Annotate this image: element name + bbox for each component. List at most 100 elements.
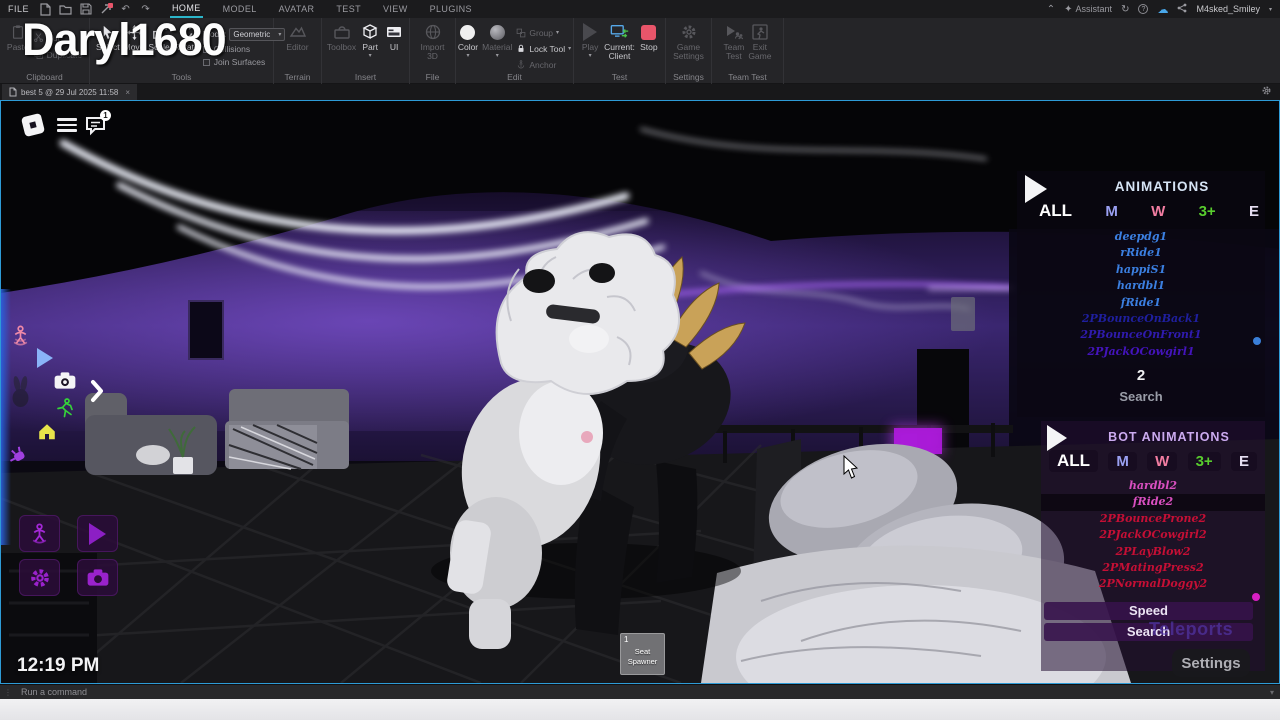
gear-icon[interactable] [1261,83,1272,101]
filter-all[interactable]: ALL [1039,201,1072,221]
chevron-down-icon: ▾ [466,53,469,58]
filter-all[interactable]: ALL [1049,450,1098,472]
drag-handle-icon[interactable]: ⋮ [4,688,12,697]
animation-item[interactable]: fRide1 [1017,295,1265,311]
help-icon[interactable]: ? [1138,4,1148,14]
bot-animations-filters: ALL M W 3+ E [1049,450,1257,472]
panel-play-icon[interactable] [1047,425,1067,451]
scroll-indicator[interactable] [1252,593,1260,601]
settings-grid-button[interactable] [19,559,60,596]
animation-item[interactable]: 2PMatingPress2 [1041,560,1265,576]
chevron-down-icon: ▾ [369,53,372,58]
filter-3plus[interactable]: 3+ [1199,203,1216,220]
play-button[interactable]: Play ▾ [580,22,600,58]
part-button[interactable]: Part ▾ [360,22,380,58]
team-test-button[interactable]: TeamTest [724,22,745,62]
animation-item[interactable]: happiS1 [1017,262,1265,278]
filter-m[interactable]: M [1105,203,1118,220]
bunny-icon[interactable] [9,375,32,415]
animations-panel-title: ANIMATIONS [1067,179,1257,194]
tab-view[interactable]: VIEW [381,0,410,18]
animation-item[interactable]: 2PNormalDoggy2 [1041,576,1265,592]
seat-spawner-button[interactable]: 1 SeatSpawner [620,633,665,675]
bot-animations-list: hardbl2 fRide2 2PBounceProne2 2PJackOCow… [1041,478,1265,593]
command-bar-expand-icon[interactable]: ▾ [1270,688,1274,697]
close-icon[interactable]: × [125,88,130,97]
teleports-label[interactable]: Teleports [1149,619,1233,640]
recorder-watermark: Daryl1680 [22,14,226,66]
filter-w[interactable]: W [1147,452,1177,471]
animation-item[interactable]: 2PJackOCowgirl2 [1041,527,1265,543]
toolbox-icon [332,22,352,42]
play-emote-icon[interactable] [37,348,53,368]
animation-item-selected[interactable]: fRide2 [1041,494,1265,510]
home-icon[interactable] [37,422,57,446]
group-button[interactable]: Group ▾ [516,25,571,40]
bot-animations-panel-title: BOT ANIMATIONS [1077,430,1261,444]
assistant-button[interactable]: ✦ Assistant [1064,4,1112,15]
filter-e[interactable]: E [1231,452,1257,471]
ribbon-group-test: Play ▾ Current:Client Stop Test [574,18,666,84]
file-menu[interactable]: FILE [8,4,29,14]
username[interactable]: M4sked_Smiley [1196,4,1260,14]
game-viewport[interactable]: 1 [0,100,1280,684]
share-icon[interactable] [1177,3,1187,15]
filter-w[interactable]: W [1151,203,1165,220]
gear-icon [679,22,699,42]
filter-m[interactable]: M [1108,452,1137,471]
animation-item[interactable]: 2PBounceOnBack1 [1017,311,1265,327]
game-settings-button[interactable]: GameSettings [673,22,704,62]
ribbon-group-insert: Toolbox Part ▾ UI Insert [322,18,410,84]
color-button[interactable]: Color ▾ [458,22,478,58]
filter-3plus[interactable]: 3+ [1188,452,1221,471]
tab-avatar[interactable]: AVATAR [277,0,317,18]
command-input[interactable]: Run a command [21,687,87,697]
toolbox-button[interactable]: Toolbox [327,22,356,52]
play-grid-button[interactable] [77,515,118,552]
animation-item[interactable]: 2PLayBlow2 [1041,544,1265,560]
settings-button[interactable]: Settings [1172,649,1250,677]
camera-icon[interactable] [53,370,77,396]
exit-game-button[interactable]: ExitGame [748,22,771,62]
chat-badge: 1 [100,110,111,121]
ui-button[interactable]: UI [384,22,404,52]
animation-item[interactable]: hardbl1 [1017,278,1265,294]
animation-item[interactable]: deepdg1 [1017,229,1265,245]
search-button[interactable]: Search [1017,389,1265,404]
material-button[interactable]: Material ▾ [482,22,512,58]
collapse-ribbon-icon[interactable]: ⌃ [1047,4,1055,15]
emote-dancer-icon[interactable] [10,325,31,352]
import-3d-button[interactable]: Import3D [420,22,444,62]
document-tab[interactable]: best 5 @ 29 Jul 2025 11:58 × [2,84,137,100]
camera-grid-button[interactable] [77,559,118,596]
filter-e[interactable]: E [1249,203,1259,220]
terrain-editor-button[interactable]: Editor [286,22,308,52]
place-file-icon [9,87,17,97]
play-icon [583,23,597,41]
animation-item[interactable]: hardbl2 [1041,478,1265,494]
runner-icon[interactable] [55,398,74,424]
current-client-button[interactable]: Current:Client [604,22,635,62]
emote-grid-button[interactable] [19,515,60,552]
tab-plugins[interactable]: PLUGINS [428,0,474,18]
chevron-right-icon[interactable] [89,379,105,408]
stop-button[interactable]: Stop [639,22,659,52]
scroll-indicator[interactable] [1253,337,1261,345]
panel-play-icon[interactable] [1025,175,1047,203]
tab-test[interactable]: TEST [334,0,363,18]
dancer-icon [29,523,50,545]
anchor-icon [516,59,526,70]
animation-item[interactable]: 2PJackOCowgirl1 [1017,344,1265,360]
lock-tool-button[interactable]: Lock Tool ▾ [516,41,571,56]
cloud-icon[interactable]: ☁ [1157,3,1168,16]
anchor-button[interactable]: Anchor [516,57,571,72]
exit-door-icon [750,22,770,42]
speed-button[interactable]: Speed [1044,602,1253,620]
animation-item[interactable]: rRide1 [1017,245,1265,261]
animation-item[interactable]: 2PBounceProne2 [1041,511,1265,527]
user-dropdown-icon[interactable]: ▾ [1269,7,1272,12]
tab-model[interactable]: MODEL [221,0,259,18]
menu-icon[interactable] [57,118,77,132]
sync-icon[interactable]: ↻ [1121,4,1129,15]
animation-item[interactable]: 2PBounceOnFront1 [1017,327,1265,343]
